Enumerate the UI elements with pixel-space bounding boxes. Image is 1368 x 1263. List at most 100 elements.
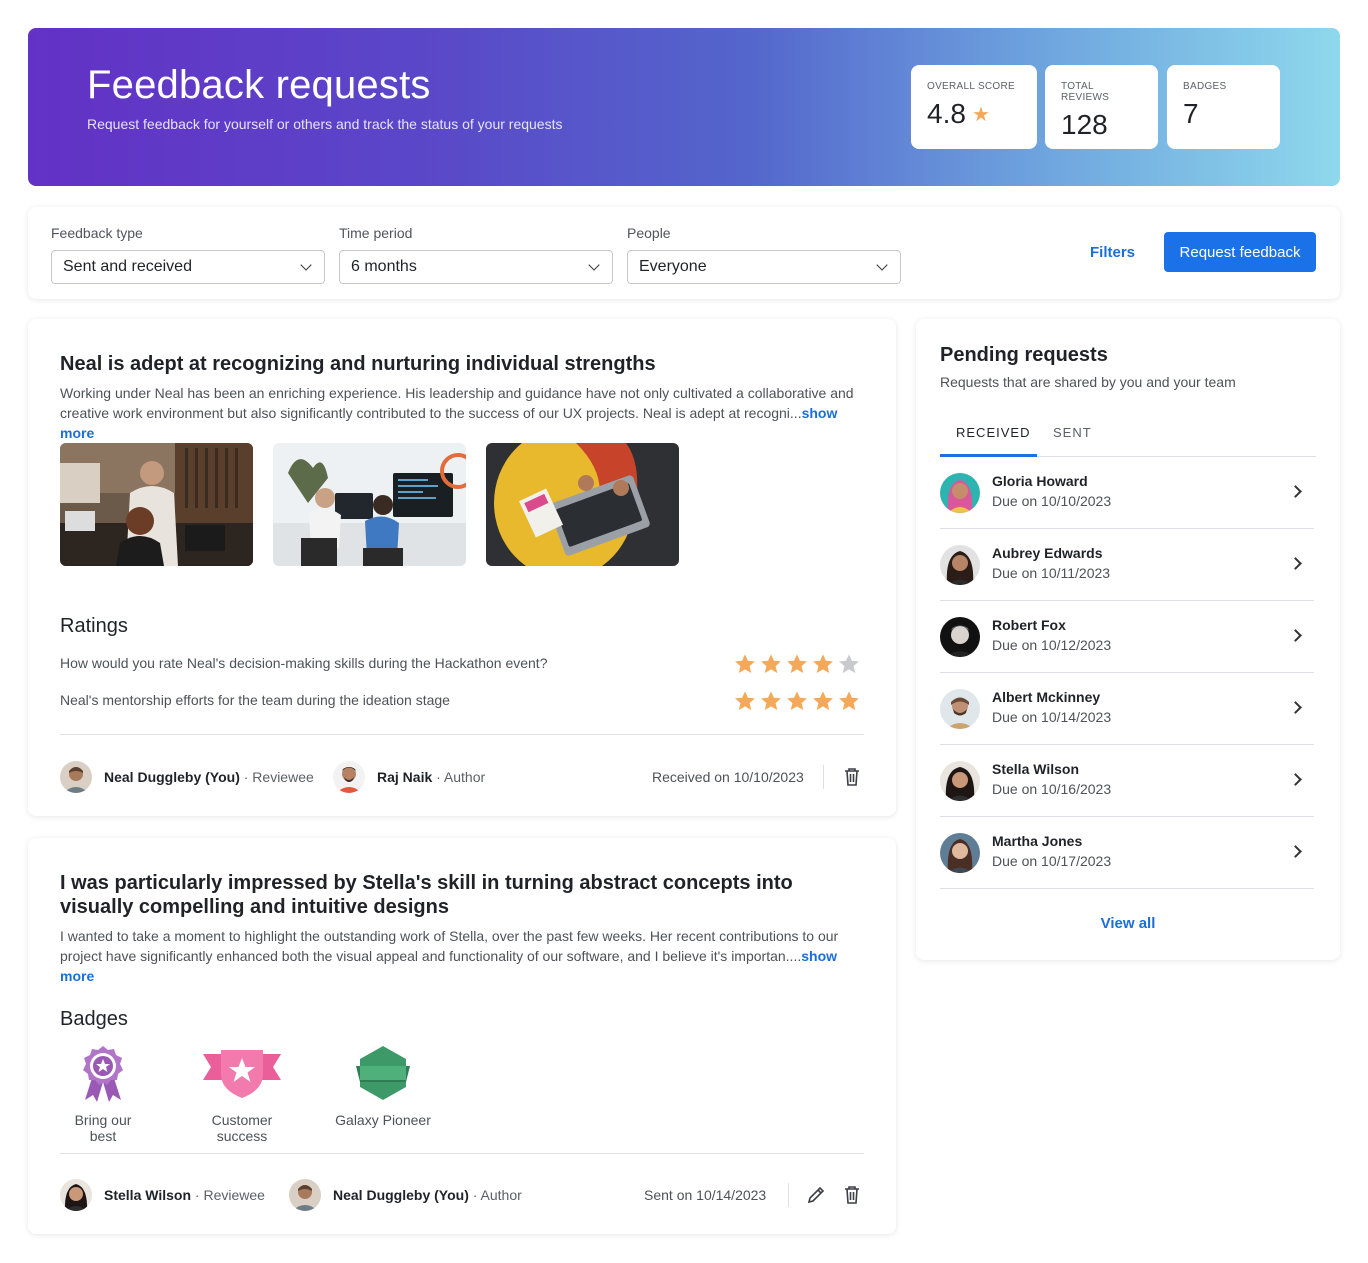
stat-value: 128: [1061, 109, 1108, 140]
star-filled-icon: [735, 691, 755, 710]
feedback-body: I wanted to take a moment to highlight t…: [60, 928, 839, 984]
person-role: · Author: [472, 1187, 522, 1203]
page-title: Feedback requests: [87, 63, 431, 107]
avatar: [940, 833, 980, 873]
trash-icon[interactable]: [841, 766, 863, 788]
star-rating: [734, 653, 860, 675]
stat-label: BADGES: [1183, 81, 1227, 92]
feedback-title: Neal is adept at recognizing and nurturi…: [60, 353, 656, 375]
chevron-right-icon: [1289, 701, 1302, 714]
feedback-type-select[interactable]: Sent and received: [51, 250, 325, 284]
tab-sent[interactable]: SENT: [1053, 425, 1092, 440]
pending-request-item[interactable]: Albert Mckinney Due on 10/14/2023: [940, 673, 1314, 745]
star-shield-icon: [203, 1050, 281, 1098]
requester-name: Martha Jones: [992, 833, 1083, 849]
avatar: [289, 1179, 321, 1211]
feedback-photo-workspace[interactable]: [273, 443, 466, 566]
page-subtitle: Request feedback for yourself or others …: [87, 116, 563, 132]
stat-label: OVERALL SCORE: [927, 81, 1016, 92]
edit-pencil-icon[interactable]: [805, 1184, 827, 1206]
feedback-card: I was particularly impressed by Stella's…: [28, 838, 896, 1234]
due-date: Due on 10/12/2023: [992, 637, 1112, 653]
feedback-photo-laptop[interactable]: [486, 443, 679, 566]
divider: [823, 765, 824, 789]
reviewee[interactable]: Neal Duggleby (You) · Reviewee: [60, 761, 314, 793]
chevron-right-icon: [1289, 629, 1302, 642]
time-period-filter: Time period 6 months: [339, 225, 613, 284]
star-filled-icon: [735, 654, 755, 673]
pending-request-item[interactable]: Robert Fox Due on 10/12/2023: [940, 601, 1314, 673]
person-role: · Reviewee: [194, 1187, 265, 1203]
star-rating: [734, 690, 860, 712]
requester-name: Gloria Howard: [992, 473, 1088, 489]
pending-request-item[interactable]: Martha Jones Due on 10/17/2023: [940, 817, 1314, 889]
badge-galaxy-pioneer[interactable]: Galaxy Pioneer: [332, 1044, 434, 1128]
due-date: Due on 10/17/2023: [992, 853, 1112, 869]
select-value: 6 months: [351, 258, 417, 275]
badges-title: Badges: [60, 1008, 128, 1030]
star-filled-icon: [813, 691, 833, 710]
rating-question: How would you rate Neal's decision-makin…: [60, 655, 548, 671]
divider: [788, 1183, 789, 1207]
ratings-title: Ratings: [60, 615, 128, 637]
requester-name: Aubrey Edwards: [992, 545, 1103, 561]
avatar: [940, 761, 980, 801]
avatar: [940, 689, 980, 729]
requester-name: Albert Mckinney: [992, 689, 1101, 705]
star-filled-icon: [839, 691, 859, 710]
request-feedback-button[interactable]: Request feedback: [1164, 232, 1316, 272]
due-date: Due on 10/14/2023: [992, 709, 1112, 725]
filters-link[interactable]: Filters: [1090, 244, 1135, 261]
filter-bar: Feedback type Sent and received Time per…: [28, 207, 1340, 299]
stat-value: 7: [1183, 98, 1199, 129]
stat-label: TOTAL REVIEWS: [1061, 81, 1110, 103]
due-date: Due on 10/16/2023: [992, 781, 1112, 797]
people-filter: People Everyone: [627, 225, 901, 284]
divider: [60, 734, 864, 735]
pending-request-item[interactable]: Aubrey Edwards Due on 10/11/2023: [940, 529, 1314, 601]
star-filled-icon: [787, 654, 807, 673]
people-select[interactable]: Everyone: [627, 250, 901, 284]
badge-label: Galaxy Pioneer: [335, 1112, 431, 1128]
select-value: Sent and received: [63, 258, 192, 275]
due-date: Due on 10/10/2023: [992, 493, 1112, 509]
badge-customer-success[interactable]: Customer success: [187, 1044, 297, 1144]
chevron-down-icon: [588, 259, 600, 271]
rating-question: Neal's mentorship efforts for the team d…: [60, 692, 450, 708]
person-name: Stella Wilson: [104, 1187, 192, 1203]
feedback-card: Neal is adept at recognizing and nurturi…: [28, 319, 896, 816]
author[interactable]: Raj Naik · Author: [333, 761, 485, 793]
stat-total-reviews: TOTAL REVIEWS 128: [1045, 65, 1158, 149]
time-period-select[interactable]: 6 months: [339, 250, 613, 284]
feedback-photo-office[interactable]: [60, 443, 253, 566]
panel-title: Pending requests: [940, 344, 1108, 366]
feedback-title: I was particularly impressed by Stella's…: [60, 872, 793, 918]
reviewee[interactable]: Stella Wilson · Reviewee: [60, 1179, 265, 1211]
panel-subtitle: Requests that are shared by you and your…: [940, 374, 1236, 390]
stat-badges: BADGES 7: [1167, 65, 1280, 149]
person-role: · Reviewee: [243, 769, 314, 785]
trash-icon[interactable]: [841, 1184, 863, 1206]
star-filled-icon: [761, 654, 781, 673]
received-date: Received on 10/10/2023: [652, 769, 804, 785]
author[interactable]: Neal Duggleby (You) · Author: [289, 1179, 522, 1211]
hexagon-banner-icon: [356, 1046, 410, 1100]
sent-date: Sent on 10/14/2023: [644, 1187, 767, 1203]
pending-request-item[interactable]: Stella Wilson Due on 10/16/2023: [940, 745, 1314, 817]
avatar: [60, 1179, 92, 1211]
badge-bring-our-best[interactable]: Bring our best: [60, 1044, 146, 1144]
view-all-link[interactable]: View all: [916, 915, 1340, 932]
star-filled-icon: [813, 654, 833, 673]
stat-overall-score: OVERALL SCORE 4.8 ★: [911, 65, 1037, 149]
filter-label: Feedback type: [51, 225, 143, 241]
chevron-right-icon: [1289, 485, 1302, 498]
pending-request-item[interactable]: Gloria Howard Due on 10/10/2023: [940, 457, 1314, 529]
badge-label: Bring our best: [74, 1112, 132, 1144]
due-date: Due on 10/11/2023: [992, 565, 1111, 581]
tab-received[interactable]: RECEIVED: [956, 425, 1030, 440]
chevron-right-icon: [1289, 845, 1302, 858]
person-role: · Author: [436, 769, 486, 785]
header-banner: Feedback requests Request feedback for y…: [28, 28, 1340, 186]
chevron-right-icon: [1289, 773, 1302, 786]
requester-name: Robert Fox: [992, 617, 1066, 633]
